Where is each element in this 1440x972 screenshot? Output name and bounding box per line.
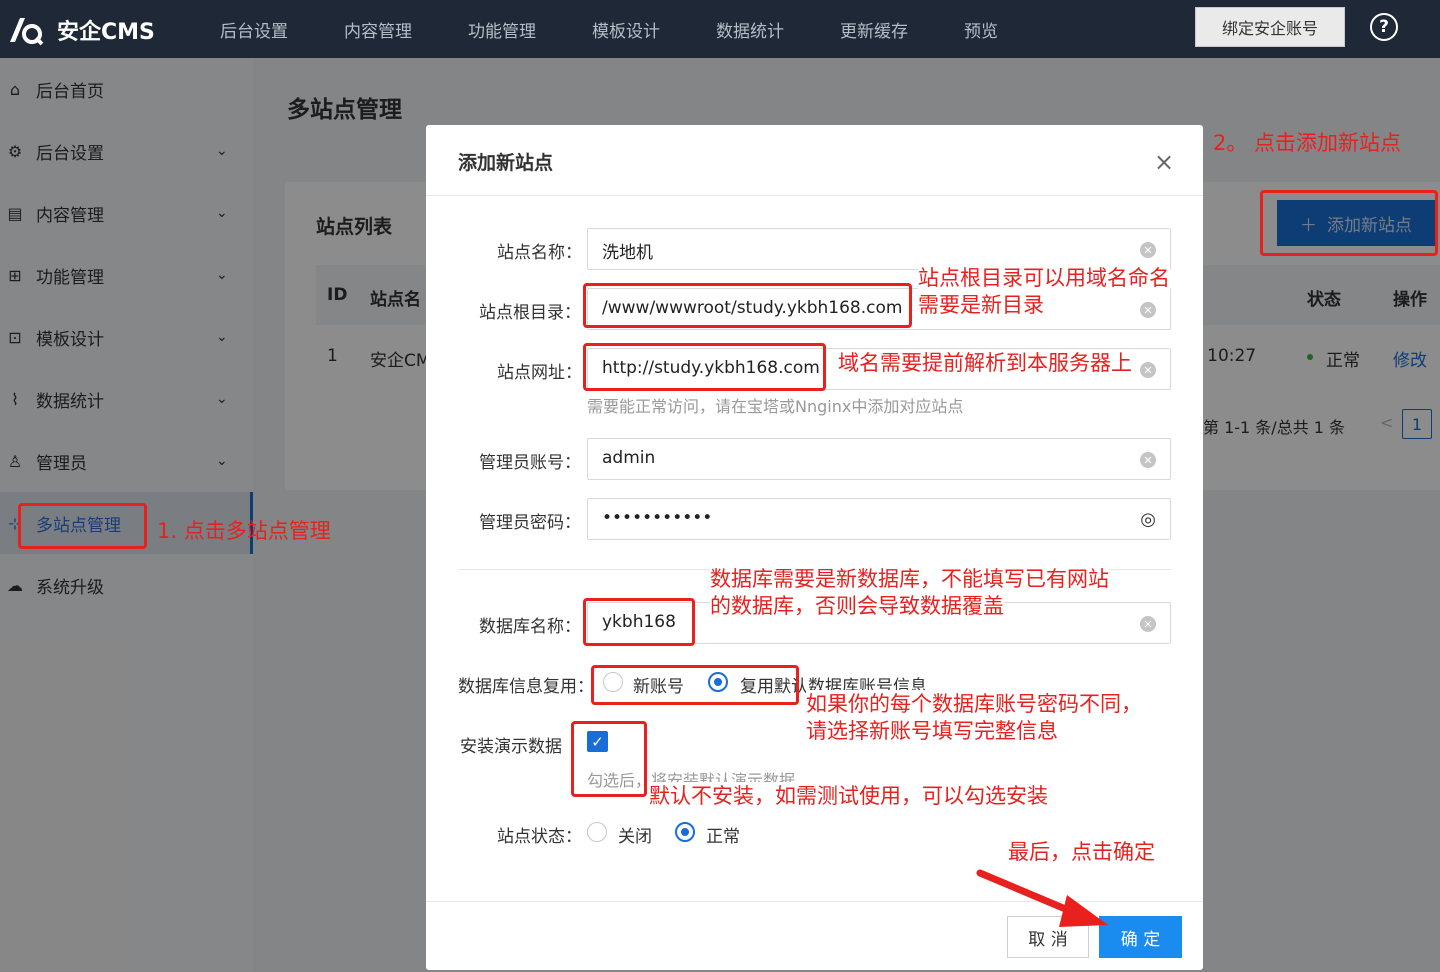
topnav-preview[interactable]: 预览 bbox=[964, 17, 998, 42]
close-icon[interactable]: × bbox=[1154, 148, 1174, 176]
annotation-root-dir-2: 需要是新目录 bbox=[918, 291, 1044, 319]
radio-status-off-label[interactable]: 关闭 bbox=[618, 822, 652, 847]
annotation-box-add-site bbox=[1260, 190, 1438, 256]
bind-account-button[interactable]: 绑定安企账号 bbox=[1195, 7, 1345, 47]
annotation-reuse-2: 请选择新账号填写完整信息 bbox=[806, 717, 1058, 745]
annotation-db-2: 的数据库，否则会导致数据覆盖 bbox=[710, 592, 1004, 620]
admin-user-input[interactable]: admin ✕ bbox=[587, 438, 1171, 480]
dialog-title: 添加新站点 bbox=[458, 152, 554, 174]
divider bbox=[426, 195, 1203, 196]
root-dir-label: 站点根目录： bbox=[479, 303, 581, 323]
annotation-box-site-url bbox=[583, 343, 826, 391]
annotation-root-dir-1: 站点根目录可以用域名命名 bbox=[918, 264, 1170, 292]
annotation-reuse-1: 如果你的每个数据库账号密码不同， bbox=[806, 690, 1142, 718]
annotation-domain: 域名需要提前解析到本服务器上 bbox=[838, 349, 1132, 377]
topnav-refresh-cache[interactable]: 更新缓存 bbox=[840, 17, 908, 42]
db-name-label: 数据库名称： bbox=[479, 617, 581, 637]
site-url-hint: 需要能正常访问，请在宝塔或Nnginx中添加对应站点 bbox=[587, 397, 964, 416]
radio-status-on[interactable] bbox=[675, 822, 695, 842]
site-url-label: 站点网址： bbox=[497, 363, 582, 383]
site-name-value: 洗地机 bbox=[602, 243, 653, 263]
clear-icon[interactable]: ✕ bbox=[1140, 452, 1156, 468]
arrow-icon bbox=[976, 869, 1108, 927]
topnav-backend-settings[interactable]: 后台设置 bbox=[220, 17, 288, 42]
clear-icon[interactable]: ✕ bbox=[1140, 616, 1156, 632]
annotation-step2: 2。 点击添加新站点 bbox=[1213, 131, 1402, 155]
admin-pass-input[interactable]: ••••••••••• ◎ bbox=[587, 498, 1171, 540]
annotation-step1: 1. 点击多站点管理 bbox=[157, 519, 331, 543]
db-reuse-label: 数据库信息复用： bbox=[458, 677, 594, 697]
logo-icon bbox=[10, 18, 44, 46]
site-name-label: 站点名称： bbox=[497, 243, 582, 263]
annotation-final: 最后，点击确定 bbox=[1008, 840, 1155, 864]
clear-icon[interactable]: ✕ bbox=[1140, 242, 1156, 258]
site-status-label: 站点状态： bbox=[497, 827, 582, 847]
admin-pass-value: ••••••••••• bbox=[602, 508, 713, 528]
clear-icon[interactable]: ✕ bbox=[1140, 362, 1156, 378]
annotation-box-db-reuse bbox=[591, 665, 799, 705]
topnav-features[interactable]: 功能管理 bbox=[468, 17, 536, 42]
annotation-box-multisite bbox=[18, 503, 147, 549]
eye-off-icon[interactable]: ◎ bbox=[1140, 509, 1156, 530]
top-nav-bar: 安企CMS 后台设置 内容管理 功能管理 模板设计 数据统计 更新缓存 预览 绑… bbox=[0, 0, 1440, 58]
admin-pass-label: 管理员密码： bbox=[479, 513, 581, 533]
brand-name[interactable]: 安企CMS bbox=[57, 14, 155, 46]
radio-status-on-label[interactable]: 正常 bbox=[706, 822, 740, 847]
topnav-statistics[interactable]: 数据统计 bbox=[716, 17, 784, 42]
demo-data-label: 安装演示数据 bbox=[460, 737, 562, 757]
annotation-box-demo-data bbox=[571, 721, 647, 797]
admin-user-value: admin bbox=[602, 448, 656, 468]
annotation-db-1: 数据库需要是新数据库，不能填写已有网站 bbox=[710, 565, 1109, 593]
topnav-templates[interactable]: 模板设计 bbox=[592, 17, 660, 42]
clear-icon[interactable]: ✕ bbox=[1140, 302, 1156, 318]
admin-user-label: 管理员账号： bbox=[479, 453, 581, 473]
help-icon[interactable]: ? bbox=[1370, 13, 1398, 41]
radio-status-off[interactable] bbox=[587, 822, 607, 842]
annotation-box-root-dir bbox=[583, 283, 912, 328]
annotation-box-db-name bbox=[583, 598, 695, 646]
annotation-demo: 默认不安装，如需测试使用，可以勾选安装 bbox=[649, 782, 1048, 810]
topnav-content[interactable]: 内容管理 bbox=[344, 17, 412, 42]
